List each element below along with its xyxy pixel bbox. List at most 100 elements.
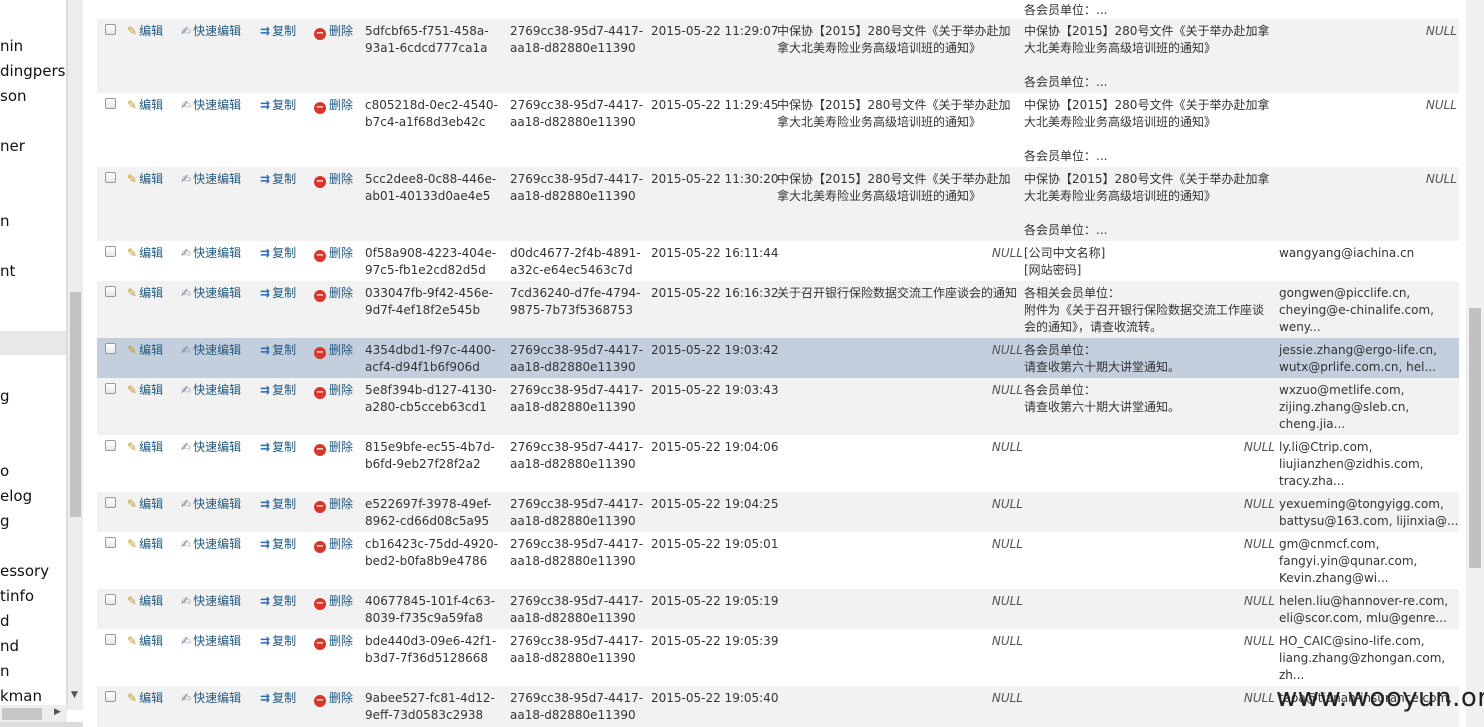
row-checkbox[interactable] [105, 172, 116, 183]
row-checkbox[interactable] [105, 691, 116, 702]
quick-edit-link[interactable]: ✍ 快速编辑 [181, 439, 241, 456]
edit-link[interactable]: ✎ 编辑 [127, 439, 163, 456]
delete-link[interactable]: − 删除 [314, 342, 353, 359]
edit-link[interactable]: ✎ 编辑 [127, 536, 163, 553]
row-checkbox[interactable] [105, 246, 116, 257]
copy-link[interactable]: ⇉ 复制 [260, 245, 296, 262]
nav-item[interactable]: nd [0, 637, 19, 655]
copy-link[interactable]: ⇉ 复制 [260, 285, 296, 302]
pencil-icon: ✎ [127, 24, 138, 38]
nav-item[interactable]: nin [0, 37, 23, 55]
row-checkbox[interactable] [105, 497, 116, 508]
copy-link[interactable]: ⇉ 复制 [260, 593, 296, 610]
nav-item[interactable]: nt [0, 262, 15, 280]
id-cell: e522697f-3978-49ef-8962-cd66d08c5a95 [365, 497, 492, 528]
edit-link[interactable]: ✎ 编辑 [127, 97, 163, 114]
row-checkbox[interactable] [105, 24, 116, 35]
nav-item[interactable]: d [0, 612, 10, 630]
delete-link[interactable]: − 删除 [314, 593, 353, 610]
row-checkbox[interactable] [105, 634, 116, 645]
row-checkbox[interactable] [105, 594, 116, 605]
edit-link[interactable]: ✎ 编辑 [127, 633, 163, 650]
scroll-right-arrow-icon[interactable]: ▶ [54, 707, 61, 717]
quick-edit-link[interactable]: ✍ 快速编辑 [181, 342, 241, 359]
nav-item[interactable]: kman [0, 687, 42, 705]
edit-link[interactable]: ✎ 编辑 [127, 593, 163, 610]
copy-link[interactable]: ⇉ 复制 [260, 382, 296, 399]
note-edit-icon: ✍ [181, 24, 192, 38]
delete-link[interactable]: − 删除 [314, 245, 353, 262]
copy-link[interactable]: ⇉ 复制 [260, 496, 296, 513]
quick-edit-link[interactable]: ✍ 快速编辑 [181, 23, 241, 40]
left-panel-horizontal-scrollbar[interactable]: ▶ [0, 705, 67, 723]
nav-item[interactable]: son [0, 87, 27, 105]
quick-edit-link[interactable]: ✍ 快速编辑 [181, 690, 241, 707]
copy-link[interactable]: ⇉ 复制 [260, 690, 296, 707]
copy-link[interactable]: ⇉ 复制 [260, 171, 296, 188]
edit-link[interactable]: ✎ 编辑 [127, 342, 163, 359]
edit-link[interactable]: ✎ 编辑 [127, 690, 163, 707]
delete-link[interactable]: − 删除 [314, 496, 353, 513]
nav-item[interactable]: n [0, 212, 10, 230]
left-hscroll-thumb[interactable] [2, 708, 42, 720]
main-scrollbar-thumb[interactable] [1469, 308, 1481, 568]
row-checkbox[interactable] [105, 343, 116, 354]
copy-link[interactable]: ⇉ 复制 [260, 97, 296, 114]
copy-icon: ⇉ [260, 172, 271, 186]
delete-link[interactable]: − 删除 [314, 690, 353, 707]
edit-link[interactable]: ✎ 编辑 [127, 382, 163, 399]
row-checkbox[interactable] [105, 440, 116, 451]
nav-item[interactable]: tinfo [0, 587, 34, 605]
nav-item[interactable]: o [0, 462, 9, 480]
delete-link[interactable]: − 删除 [314, 171, 353, 188]
quick-edit-link[interactable]: ✍ 快速编辑 [181, 496, 241, 513]
left-panel-vertical-scrollbar[interactable]: ▼ [67, 0, 83, 710]
copy-link[interactable]: ⇉ 复制 [260, 536, 296, 553]
nav-item[interactable]: elog [0, 487, 32, 505]
copy-link[interactable]: ⇉ 复制 [260, 439, 296, 456]
delete-link[interactable]: − 删除 [314, 633, 353, 650]
watermark-text: www.wooyun.org [1276, 683, 1484, 713]
quick-edit-link[interactable]: ✍ 快速编辑 [181, 593, 241, 610]
delete-link[interactable]: − 删除 [314, 382, 353, 399]
edit-link[interactable]: ✎ 编辑 [127, 285, 163, 302]
nav-item[interactable]: g [0, 512, 10, 530]
nav-item[interactable]: essory [0, 562, 49, 580]
nav-item[interactable]: ner [0, 137, 25, 155]
edit-link[interactable]: ✎ 编辑 [127, 245, 163, 262]
quick-edit-link[interactable]: ✍ 快速编辑 [181, 633, 241, 650]
nav-item[interactable]: dingperso [0, 62, 66, 80]
copy-link[interactable]: ⇉ 复制 [260, 23, 296, 40]
time-cell: 2015-05-22 19:03:43 [651, 383, 779, 397]
copy-link[interactable]: ⇉ 复制 [260, 633, 296, 650]
quick-edit-link[interactable]: ✍ 快速编辑 [181, 97, 241, 114]
quick-edit-link[interactable]: ✍ 快速编辑 [181, 382, 241, 399]
table-row: ✎ 编辑 ✍ 快速编辑 ⇉ 复制 − 删除 40677845-101f-4c63-803… [97, 589, 1459, 629]
delete-link[interactable]: − 删除 [314, 285, 353, 302]
quick-edit-link[interactable]: ✍ 快速编辑 [181, 245, 241, 262]
table-row: ✎ 编辑 ✍ 快速编辑 ⇉ 复制 − 删除 815e9bfe-ec55-4b7d-b6f… [97, 435, 1459, 492]
row-checkbox[interactable] [105, 537, 116, 548]
main-vertical-scrollbar[interactable] [1466, 0, 1484, 727]
delete-link[interactable]: − 删除 [314, 97, 353, 114]
edit-link[interactable]: ✎ 编辑 [127, 23, 163, 40]
quick-edit-link[interactable]: ✍ 快速编辑 [181, 285, 241, 302]
scroll-down-arrow-icon[interactable]: ▼ [71, 690, 81, 700]
row-checkbox[interactable] [105, 98, 116, 109]
left-panel-bottom-edge [0, 722, 83, 727]
quick-edit-link[interactable]: ✍ 快速编辑 [181, 171, 241, 188]
title-cell: 中保协【2015】280号文件《关于举办赴加拿大北美寿险业务高级培训班的通知》 [777, 24, 1011, 55]
copy-link[interactable]: ⇉ 复制 [260, 342, 296, 359]
delete-link[interactable]: − 删除 [314, 536, 353, 553]
row-checkbox[interactable] [105, 383, 116, 394]
edit-link[interactable]: ✎ 编辑 [127, 496, 163, 513]
delete-link[interactable]: − 删除 [314, 439, 353, 456]
nav-item[interactable]: g [0, 387, 10, 405]
edit-link[interactable]: ✎ 编辑 [127, 171, 163, 188]
note-edit-icon: ✍ [181, 286, 192, 300]
delete-link[interactable]: − 删除 [314, 23, 353, 40]
nav-item[interactable]: n [0, 662, 10, 680]
left-scrollbar-thumb[interactable] [70, 292, 81, 517]
quick-edit-link[interactable]: ✍ 快速编辑 [181, 536, 241, 553]
row-checkbox[interactable] [105, 286, 116, 297]
